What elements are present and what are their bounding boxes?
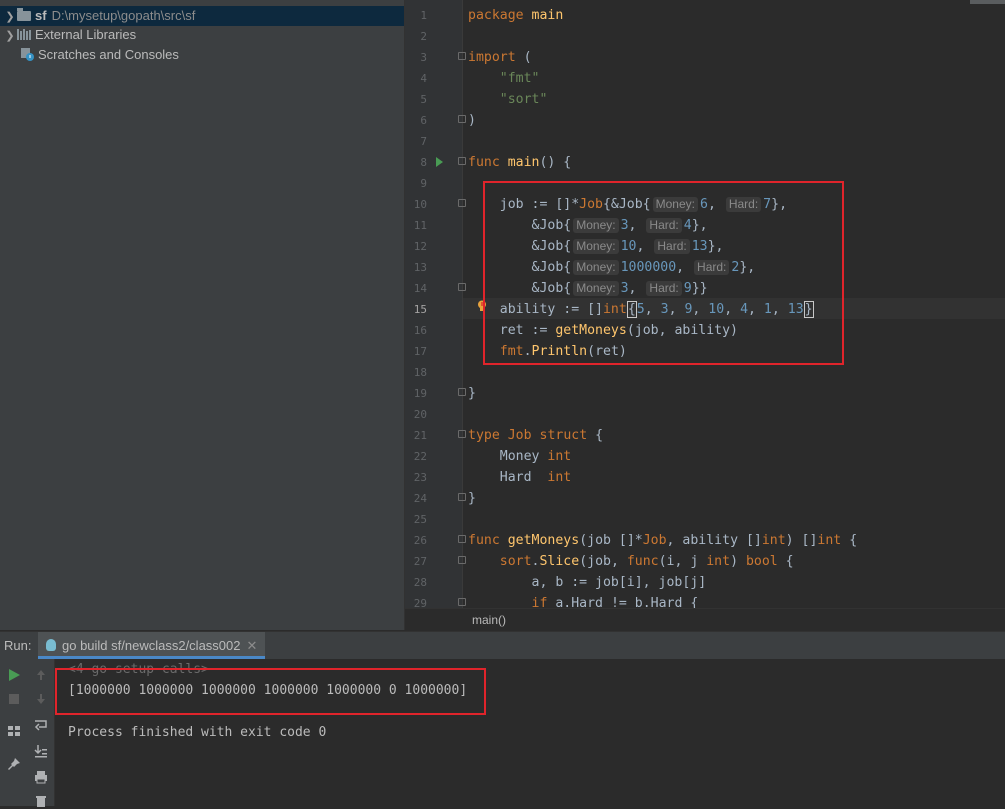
line-number: 25	[413, 513, 427, 526]
line-number: 23	[413, 471, 427, 484]
arrow-down-icon[interactable]	[33, 691, 49, 707]
line-number: 26	[413, 534, 427, 547]
code-line: package main	[468, 8, 564, 23]
line-number: 10	[413, 198, 427, 211]
line-number: 1	[420, 9, 427, 22]
highlight-box	[55, 668, 486, 715]
code-line: func getMoneys(job []*Job, ability []int…	[468, 533, 858, 548]
line-number: 15	[413, 303, 427, 316]
line-number: 16	[413, 324, 427, 337]
highlight-box	[483, 181, 844, 365]
line-number: 3	[420, 51, 427, 64]
print-icon[interactable]	[33, 769, 49, 785]
rerun-icon[interactable]	[6, 667, 22, 683]
chevron-right-icon[interactable]: ❯	[3, 26, 17, 46]
line-number: 29	[413, 597, 427, 608]
run-tab-label: go build sf/newclass2/class002	[62, 638, 241, 653]
fold-icon[interactable]	[458, 199, 466, 207]
line-number: 14	[413, 282, 427, 295]
fold-icon[interactable]	[458, 556, 466, 564]
project-root-name: sf	[35, 8, 47, 23]
breadcrumb-item[interactable]: main()	[472, 613, 506, 627]
code-line: "fmt"	[499, 71, 540, 86]
run-gutter-icon[interactable]	[436, 157, 443, 167]
breadcrumb[interactable]: main()	[405, 608, 1005, 631]
project-panel: ❯ sf D:\mysetup\gopath\src\sf ❯ External Li…	[0, 0, 405, 630]
tree-item-label: External Libraries	[35, 27, 137, 42]
code-line: import (	[468, 50, 532, 65]
code-line: )	[468, 113, 476, 128]
fold-icon[interactable]	[458, 283, 466, 291]
line-number: 21	[413, 429, 427, 442]
run-label: Run:	[4, 638, 32, 653]
line-number: 18	[413, 366, 427, 379]
code-line: if a.Hard != b.Hard {	[531, 596, 699, 608]
code-line: a, b := job[i], job[j]	[468, 575, 707, 590]
fold-icon[interactable]	[458, 157, 466, 165]
run-tool-header: Run: go build sf/newclass2/class002 ✕	[0, 631, 1005, 660]
line-number: 9	[420, 177, 427, 190]
line-number: 28	[413, 576, 427, 589]
code-line: }	[468, 491, 476, 506]
folder-icon	[17, 8, 31, 21]
code-editor[interactable]: 1 2 3 4 5 6 7 8 9 10 11 12 13 14 15 16 1…	[405, 0, 1005, 608]
code-line: }	[468, 386, 476, 401]
trash-icon[interactable]	[33, 793, 49, 809]
line-number: 17	[413, 345, 427, 358]
go-icon	[46, 639, 56, 651]
soft-wrap-icon[interactable]	[33, 717, 49, 733]
line-number: 27	[413, 555, 427, 568]
code-line: func main() {	[468, 155, 572, 170]
line-number: 2	[420, 30, 427, 43]
line-number: 5	[420, 93, 427, 106]
code-line: "sort"	[499, 92, 548, 107]
line-number: 13	[413, 261, 427, 274]
code-line: type Job struct {	[468, 428, 604, 443]
line-number: 8	[420, 156, 427, 169]
tree-item-scratches[interactable]: Scratches and Consoles	[20, 45, 179, 65]
run-toolbar	[0, 659, 28, 806]
line-number: 20	[413, 408, 427, 421]
line-number: 11	[413, 219, 427, 232]
fold-icon[interactable]	[458, 535, 466, 543]
console-line: Process finished with exit code 0	[68, 725, 327, 740]
stop-icon[interactable]	[6, 691, 22, 707]
fold-icon[interactable]	[458, 598, 466, 606]
project-root-path: D:\mysetup\gopath\src\sf	[51, 8, 196, 23]
fold-icon[interactable]	[458, 388, 466, 396]
fold-icon[interactable]	[458, 493, 466, 501]
fold-icon[interactable]	[458, 52, 466, 60]
line-number: 7	[420, 135, 427, 148]
fold-icon[interactable]	[458, 430, 466, 438]
code-line: Hard int	[468, 470, 572, 485]
line-number: 24	[413, 492, 427, 505]
line-number: 6	[420, 114, 427, 127]
arrow-up-icon[interactable]	[33, 667, 49, 683]
library-icon	[17, 29, 31, 40]
project-root[interactable]: ❯ sf D:\mysetup\gopath\src\sf	[0, 6, 404, 26]
layout-icon[interactable]	[6, 723, 22, 739]
run-tab[interactable]: go build sf/newclass2/class002 ✕	[38, 632, 266, 659]
tree-item-label: Scratches and Consoles	[38, 47, 179, 62]
fold-icon[interactable]	[458, 115, 466, 123]
line-number: 4	[420, 72, 427, 85]
tree-item-external-libraries[interactable]: ❯ External Libraries	[0, 25, 136, 45]
scroll-to-end-icon[interactable]	[33, 743, 49, 759]
line-number: 22	[413, 450, 427, 463]
console-output[interactable]: <4 go setup calls> [1000000 1000000 1000…	[55, 659, 1005, 806]
code-line: sort.Slice(job, func(i, j int) bool {	[499, 554, 794, 569]
pin-icon[interactable]	[6, 756, 22, 772]
chevron-right-icon[interactable]: ❯	[3, 7, 17, 27]
line-number: 19	[413, 387, 427, 400]
code-line: Money int	[468, 449, 572, 464]
line-number: 12	[413, 240, 427, 253]
close-icon[interactable]: ✕	[247, 638, 258, 653]
console-toolbar	[28, 659, 55, 809]
scratches-icon	[21, 48, 34, 61]
editor-scrollbar[interactable]	[970, 0, 1005, 4]
